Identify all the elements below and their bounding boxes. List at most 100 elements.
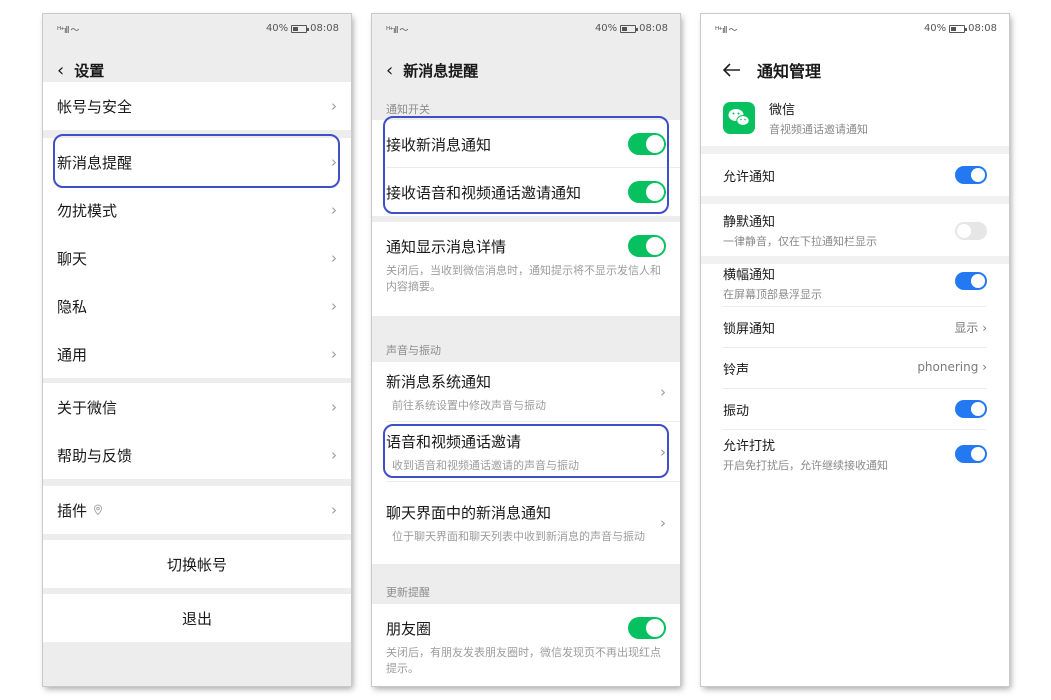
moments-toggle[interactable] <box>628 617 666 639</box>
switch-account-button[interactable]: 切换帐号 <box>43 540 351 588</box>
row-label: 聊天界面中的新消息通知 <box>386 503 552 522</box>
lockscreen-value: 显示 <box>954 321 979 335</box>
section-header: 声音与振动 <box>386 344 441 357</box>
allow-dnd-row: 允许打扰 开启免打扰后，允许继续接收通知 <box>723 432 987 476</box>
highlight-box <box>53 134 340 188</box>
arrow-left-icon[interactable] <box>723 63 741 77</box>
menu-label: 帐号与安全 <box>57 97 133 116</box>
chevron-right-icon: › <box>331 446 337 464</box>
row-description: 一律静音，仅在下拉通知栏显示 <box>723 235 877 248</box>
silent-notification-toggle[interactable] <box>955 222 987 240</box>
menu-label: 隐私 <box>57 297 88 316</box>
allow-dnd-toggle[interactable] <box>955 445 987 463</box>
chevron-right-icon: › <box>331 501 337 519</box>
chevron-right-icon: › <box>331 398 337 416</box>
row-description: 位于聊天界面和聊天列表中收到新消息的声音与振动 <box>392 529 645 543</box>
row-label: 锁屏通知 <box>723 321 776 337</box>
logout-button[interactable]: 退出 <box>43 594 351 642</box>
clock: 08:08 <box>639 23 668 34</box>
new-message-notification-screen: ᴴ⁺ıll 〜 40% 08:08 ‹ 新消息提醒 通知开关 接收新消息通知 接… <box>372 14 680 686</box>
status-bar: ᴴ⁺ıll 〜 40% 08:08 <box>372 14 680 44</box>
battery-percent: 40% <box>923 23 947 34</box>
row-description: 关闭后，当收到微信消息时，通知提示将不显示发信人和内容摘要。 <box>386 264 661 293</box>
row-description: 开启免打扰后，允许继续接收通知 <box>723 459 888 472</box>
wechat-logo-icon <box>723 102 755 134</box>
moments-row: 朋友圈 关闭后，有朋友发表朋友圈时，微信发现页不再出现红点提示。 <box>372 604 680 686</box>
chevron-right-icon: › <box>331 249 337 267</box>
clock: 08:08 <box>968 23 997 34</box>
switch-account-label: 切换帐号 <box>166 555 227 574</box>
section-header: 更新提醒 <box>386 586 430 599</box>
nav-bar: 通知管理 <box>701 44 1009 96</box>
back-chevron-icon[interactable]: ‹ <box>386 60 393 81</box>
location-pin-icon <box>94 504 103 516</box>
vibrate-row: 振动 <box>723 389 987 429</box>
silent-notification-row: 静默通知 一律静音，仅在下拉通知栏显示 <box>723 204 987 256</box>
menu-label: 插件 <box>57 501 88 520</box>
row-description: 关闭后，有朋友发表朋友圈时，微信发现页不再出现红点提示。 <box>386 646 661 675</box>
row-label: 朋友圈 <box>386 620 432 638</box>
app-header: 微信 音视频通话邀请通知 <box>723 98 868 138</box>
lockscreen-notification-row[interactable]: 锁屏通知 <box>723 307 987 347</box>
settings-screen: ᴴ⁺ıll 〜 40% 08:08 ‹ 设置 帐号与安全 › 新消息提醒 › 勿… <box>43 14 351 686</box>
row-label: 新消息系统通知 <box>386 372 492 391</box>
signal-wifi-icon: ᴴ⁺ıll 〜 <box>715 26 737 36</box>
battery-icon <box>949 24 968 33</box>
status-bar: ᴴ⁺ıll 〜 40% 08:08 <box>43 14 351 44</box>
page-title: 通知管理 <box>757 62 822 81</box>
menu-item-account-security[interactable]: 帐号与安全 › <box>43 82 351 130</box>
highlight-box <box>383 116 669 214</box>
allow-notification-toggle[interactable] <box>955 166 987 184</box>
signal-wifi-icon: ᴴ⁺ıll 〜 <box>57 26 79 36</box>
menu-item-help[interactable]: 帮助与反馈 › <box>43 431 351 479</box>
chevron-right-icon: › <box>660 514 666 532</box>
banner-notification-row: 横幅通知 在屏幕顶部悬浮显示 <box>723 260 987 306</box>
chevron-right-icon: › <box>982 321 987 335</box>
chevron-right-icon: › <box>331 201 337 219</box>
highlight-box <box>383 424 669 478</box>
row-label: 静默通知 <box>723 215 776 230</box>
menu-item-chat[interactable]: 聊天 › <box>43 234 351 282</box>
system-notification-row[interactable]: 新消息系统通知 前往系统设置中修改声音与振动 › <box>372 362 680 422</box>
battery-icon <box>291 24 310 33</box>
app-name: 微信 <box>769 103 796 118</box>
notification-management-screen: ᴴ⁺ıll 〜 40% 08:08 通知管理 微信 音视频通话邀请通知 允许通知… <box>701 14 1009 686</box>
allow-notification-row: 允许通知 <box>723 154 987 196</box>
page-title: 新消息提醒 <box>403 61 479 80</box>
battery-percent: 40% <box>594 23 618 34</box>
back-chevron-icon[interactable]: ‹ <box>57 60 64 81</box>
chevron-right-icon: › <box>660 383 666 401</box>
clock: 08:08 <box>310 23 339 34</box>
battery-icon <box>620 24 639 33</box>
banner-notification-toggle[interactable] <box>955 272 987 290</box>
section-header: 通知开关 <box>386 103 430 116</box>
chat-notification-row[interactable]: 聊天界面中的新消息通知 位于聊天界面和聊天列表中收到新消息的声音与振动 › <box>372 482 680 564</box>
nav-bar: ‹ 新消息提醒 <box>372 44 680 96</box>
app-subtitle: 音视频通话邀请通知 <box>769 123 868 136</box>
menu-label: 勿扰模式 <box>57 201 118 220</box>
chevron-right-icon: › <box>331 97 337 115</box>
logout-label: 退出 <box>181 609 212 628</box>
row-label: 通知显示消息详情 <box>386 238 507 256</box>
chevron-right-icon: › <box>331 345 337 363</box>
menu-item-about[interactable]: 关于微信 › <box>43 383 351 431</box>
menu-item-dnd[interactable]: 勿扰模式 › <box>43 186 351 234</box>
menu-label: 聊天 <box>57 249 88 268</box>
menu-item-plugins[interactable]: 插件 › <box>43 486 351 534</box>
status-bar: ᴴ⁺ıll 〜 40% 08:08 <box>701 14 1009 44</box>
show-detail-row: 通知显示消息详情 关闭后，当收到微信消息时，通知提示将不显示发信人和内容摘要。 <box>372 222 680 316</box>
row-label: 允许通知 <box>723 169 776 185</box>
battery-percent: 40% <box>265 23 289 34</box>
menu-label: 帮助与反馈 <box>57 446 133 465</box>
row-description: 前往系统设置中修改声音与振动 <box>392 398 546 412</box>
menu-item-privacy[interactable]: 隐私 › <box>43 282 351 330</box>
signal-wifi-icon: ᴴ⁺ıll 〜 <box>386 26 408 36</box>
row-label: 允许打扰 <box>723 439 776 454</box>
menu-label: 关于微信 <box>57 398 118 417</box>
chevron-right-icon: › <box>331 297 337 315</box>
ringtone-value: phonering <box>917 360 979 374</box>
vibrate-toggle[interactable] <box>955 400 987 418</box>
menu-label: 通用 <box>57 345 88 364</box>
show-detail-toggle[interactable] <box>628 235 666 257</box>
menu-item-general[interactable]: 通用 › <box>43 330 351 378</box>
